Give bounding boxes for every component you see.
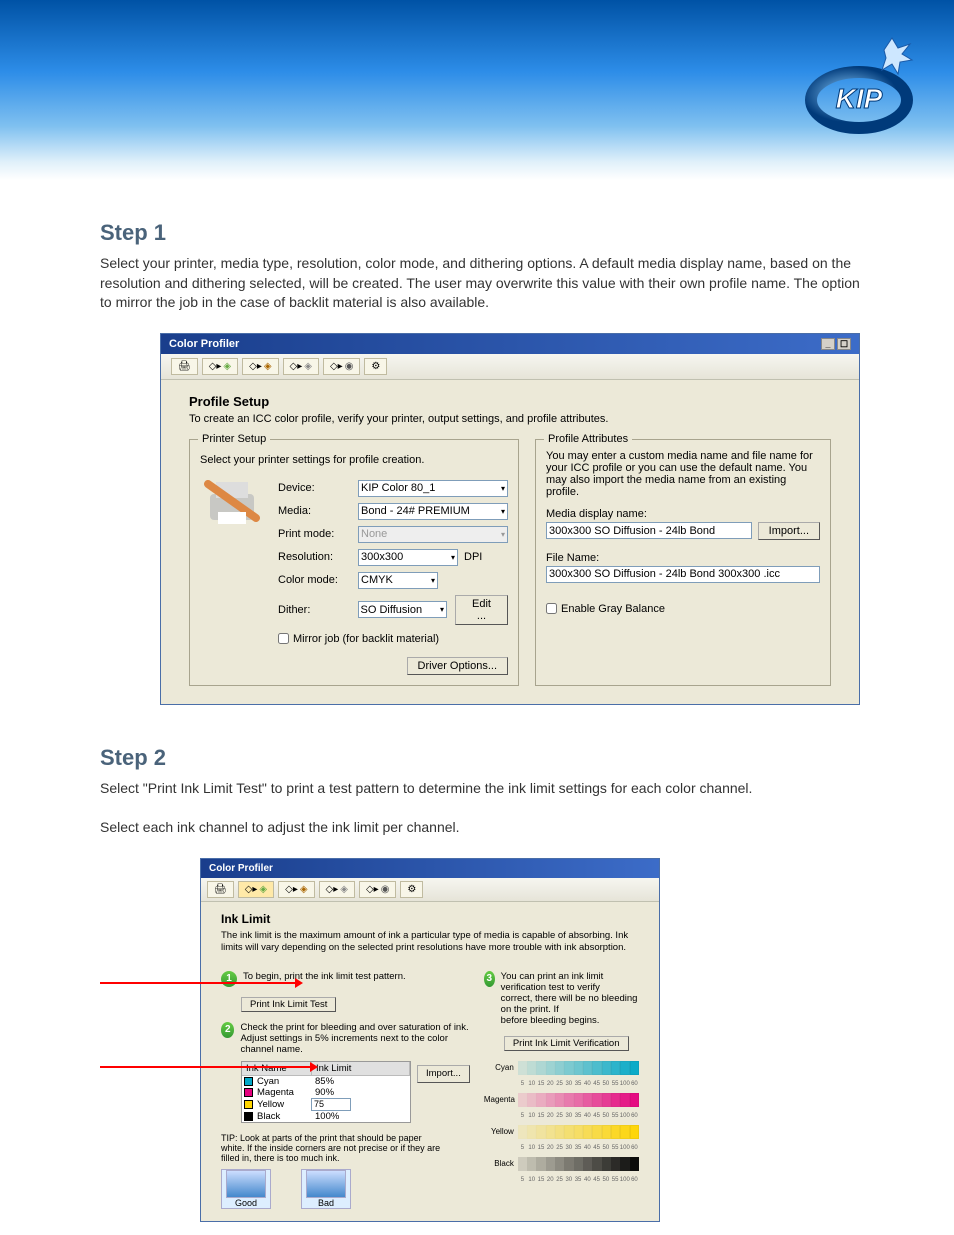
ink-limit-input[interactable]: [311, 1098, 351, 1111]
step3-text-a: You can print an ink limit verification …: [501, 971, 604, 993]
driver-options-button[interactable]: Driver Options...: [407, 657, 508, 675]
ink-row[interactable]: Magenta90%: [242, 1087, 410, 1098]
toolbar-step-icon[interactable]: ◇▸◈: [202, 358, 238, 375]
step1-text: To begin, print the ink limit test patte…: [243, 971, 406, 982]
toolbar-gear-icon[interactable]: ⚙: [400, 881, 423, 898]
window-title: Color Profiler: [169, 338, 239, 350]
media-label: Media:: [278, 505, 358, 517]
toolbar-step-icon[interactable]: ◇▸◈: [238, 881, 274, 898]
callout-arrow: [100, 1066, 315, 1068]
inks-header-name: Ink Name: [242, 1062, 312, 1075]
kip-logo: KIP: [794, 30, 924, 140]
device-label: Device:: [278, 482, 358, 494]
mirror-label: Mirror job (for backlit material): [293, 633, 439, 645]
gray-balance-label: Enable Gray Balance: [561, 603, 665, 615]
resolution-select[interactable]: 300x300: [358, 549, 458, 566]
step3-text-b: correct, there will be no bleeding on th…: [501, 993, 638, 1015]
resolution-label: Resolution:: [278, 551, 358, 563]
toolbar-step-icon[interactable]: ◇▸◈: [242, 358, 278, 375]
profile-attributes-desc: You may enter a custom media name and fi…: [546, 450, 820, 498]
toolbar-step-icon[interactable]: ◇▸◈: [283, 358, 319, 375]
media-display-label: Media display name:: [546, 508, 820, 520]
svg-text:KIP: KIP: [836, 83, 883, 114]
dither-label: Dither:: [278, 604, 358, 616]
toolbar: 🖨 ◇▸◈ ◇▸◈ ◇▸◈ ◇▸◉ ⚙: [201, 878, 659, 902]
profile-attributes-group: Profile Attributes You may enter a custo…: [535, 439, 831, 686]
ink-row[interactable]: Cyan85%: [242, 1076, 410, 1087]
section-title: Ink Limit: [221, 912, 639, 926]
ink-swatch: [244, 1100, 253, 1109]
filename-label: File Name:: [546, 552, 820, 564]
section-subtitle: To create an ICC color profile, verify y…: [189, 413, 831, 425]
step1-body: Select your printer, media type, resolut…: [100, 254, 874, 313]
inks-header-limit: Ink Limit: [312, 1062, 410, 1075]
step-badge-3: 3: [484, 971, 495, 987]
colormode-label: Color mode:: [278, 574, 358, 586]
titlebar: Color Profiler _☐: [161, 334, 859, 354]
resolution-unit: DPI: [464, 551, 482, 563]
import-button[interactable]: Import...: [758, 522, 820, 540]
print-ink-limit-verification-button[interactable]: Print Ink Limit Verification: [504, 1036, 629, 1051]
step-badge-2: 2: [221, 1022, 234, 1038]
profile-attributes-legend: Profile Attributes: [544, 433, 632, 445]
bad-label: Bad: [318, 1198, 334, 1208]
gray-balance-checkbox[interactable]: [546, 603, 557, 614]
step2-heading: Step 2: [100, 745, 874, 771]
toolbar: 🖨 ◇▸◈ ◇▸◈ ◇▸◈ ◇▸◉ ⚙: [161, 354, 859, 380]
ink-row[interactable]: Yellow: [242, 1098, 410, 1111]
step2-body-a: Select "Print Ink Limit Test" to print a…: [100, 779, 874, 799]
print-ink-limit-test-button[interactable]: Print Ink Limit Test: [241, 997, 336, 1012]
ink-gradient-preview: Cyan51015202530354045505510060Magenta510…: [484, 1061, 639, 1183]
good-example-icon: [226, 1170, 266, 1198]
step2-text-a: Check the print for bleeding and over sa…: [240, 1022, 468, 1033]
step3-text-c: before bleeding begins.: [501, 1015, 600, 1026]
ink-swatch: [244, 1077, 253, 1086]
callout-arrow: [100, 982, 300, 984]
toolbar-step-icon[interactable]: ◇▸◈: [278, 881, 314, 898]
ink-swatch: [244, 1088, 253, 1097]
step2-body-b: Select each ink channel to adjust the in…: [100, 818, 874, 838]
document-header-banner: KIP: [0, 0, 954, 180]
printer-setup-group: Printer Setup Select your printer settin…: [189, 439, 519, 686]
toolbar-gear-icon[interactable]: ⚙: [364, 358, 387, 375]
toolbar-print-icon[interactable]: 🖨: [207, 881, 234, 898]
filename-input[interactable]: [546, 566, 820, 583]
good-label: Good: [235, 1198, 257, 1208]
toolbar-step-icon[interactable]: ◇▸◉: [323, 358, 360, 375]
printer-icon: [200, 474, 270, 534]
color-profiler-dialog-1: Color Profiler _☐ 🖨 ◇▸◈ ◇▸◈ ◇▸◈ ◇▸◉ ⚙ Pr…: [160, 333, 860, 705]
titlebar: Color Profiler: [201, 859, 659, 878]
printer-setup-legend: Printer Setup: [198, 433, 270, 445]
tip-text: TIP: Look at parts of the print that sho…: [221, 1133, 441, 1163]
printmode-select: None: [358, 526, 508, 543]
ink-row[interactable]: Black100%: [242, 1111, 410, 1122]
ink-swatch: [244, 1112, 253, 1121]
section-title: Profile Setup: [189, 394, 831, 409]
color-profiler-dialog-2: Color Profiler 🖨 ◇▸◈ ◇▸◈ ◇▸◈ ◇▸◉ ⚙ Ink L…: [200, 858, 660, 1222]
window-title: Color Profiler: [209, 863, 273, 874]
edit-button[interactable]: Edit ...: [455, 595, 508, 625]
printmode-label: Print mode:: [278, 528, 358, 540]
step1-heading: Step 1: [100, 220, 874, 246]
toolbar-step-icon[interactable]: ◇▸◉: [359, 881, 396, 898]
minimize-icon[interactable]: _: [821, 338, 835, 350]
device-select[interactable]: KIP Color 80_1: [358, 480, 508, 497]
toolbar-print-icon[interactable]: 🖨: [171, 358, 198, 375]
step2-text-b: Adjust settings in 5% increments next to…: [240, 1033, 448, 1055]
step-badge-1: 1: [221, 971, 237, 987]
toolbar-step-icon[interactable]: ◇▸◈: [319, 881, 355, 898]
colormode-select[interactable]: CMYK: [358, 572, 438, 589]
bad-example-icon: [306, 1170, 346, 1198]
import-button[interactable]: Import...: [417, 1065, 470, 1083]
inks-table: Ink NameInk Limit Cyan85%Magenta90%Yello…: [241, 1061, 411, 1123]
dither-select[interactable]: SO Diffusion: [358, 601, 447, 618]
media-display-input[interactable]: [546, 522, 752, 539]
printer-setup-instruction: Select your printer settings for profile…: [200, 454, 508, 466]
media-select[interactable]: Bond - 24# PREMIUM: [358, 503, 508, 520]
section-subtitle: The ink limit is the maximum amount of i…: [221, 930, 639, 955]
mirror-checkbox[interactable]: [278, 633, 289, 644]
maximize-icon[interactable]: ☐: [837, 338, 851, 350]
window-buttons: _☐: [819, 338, 851, 350]
